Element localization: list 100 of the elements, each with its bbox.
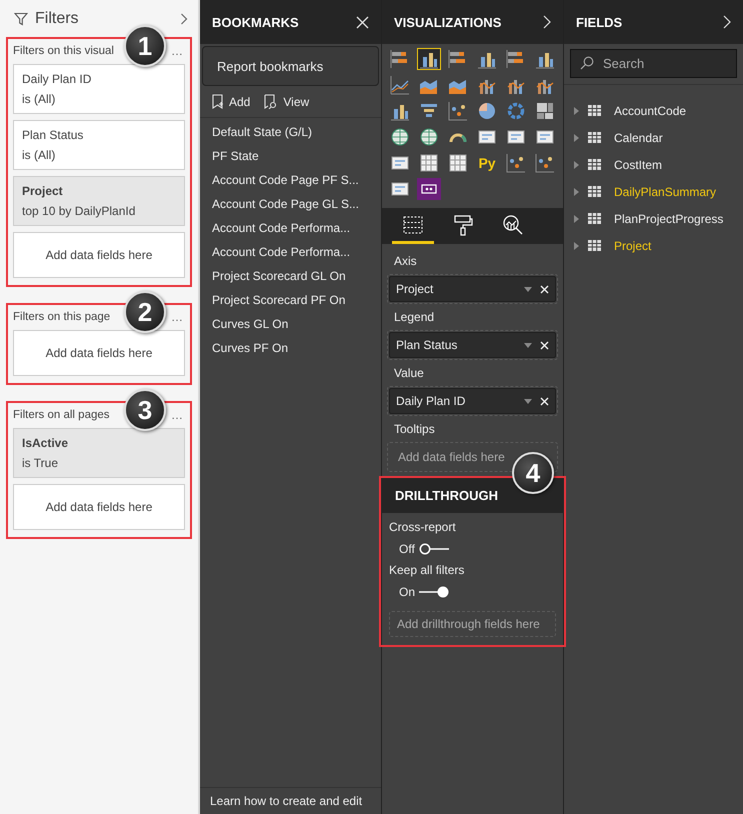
well-label: Legend bbox=[393, 309, 436, 326]
table-icon bbox=[419, 153, 439, 173]
filter-condition: is (All) bbox=[22, 148, 56, 162]
funnel-icon bbox=[14, 12, 28, 26]
treemap-icon bbox=[535, 101, 555, 121]
expand-caret-icon[interactable] bbox=[574, 134, 579, 142]
visual-type-button[interactable]: Py bbox=[475, 152, 499, 174]
drop-zone[interactable]: Add data fields here bbox=[13, 330, 185, 376]
analytics-magnifier-icon bbox=[502, 214, 524, 236]
bookmark-item[interactable]: Account Code Performa... bbox=[200, 216, 381, 240]
field-table-item[interactable]: Calendar bbox=[564, 124, 743, 151]
bookmark-action-button[interactable]: View bbox=[264, 94, 310, 109]
paint-roller-icon bbox=[452, 214, 474, 236]
visual-type-button[interactable] bbox=[417, 48, 441, 70]
table-icon bbox=[588, 240, 601, 251]
visual-type-button[interactable] bbox=[504, 152, 528, 174]
callout-number: 2 bbox=[124, 291, 166, 333]
filter-card[interactable]: Project top 10 by DailyPlanId bbox=[13, 176, 185, 226]
toggle-switch[interactable] bbox=[419, 586, 450, 598]
expand-caret-icon[interactable] bbox=[574, 214, 579, 222]
table-icon bbox=[588, 132, 601, 143]
expand-caret-icon[interactable] bbox=[574, 188, 579, 196]
learn-more-link[interactable]: Learn how to create and edit bbox=[200, 787, 381, 814]
pane-title: BOOKMARKS bbox=[212, 14, 299, 30]
expand-caret-icon[interactable] bbox=[574, 242, 579, 250]
bookmark-item[interactable]: Account Code Page GL S... bbox=[200, 192, 381, 216]
bookmark-item[interactable]: Account Code Page PF S... bbox=[200, 168, 381, 192]
dropdown-caret-icon[interactable] bbox=[524, 342, 532, 348]
filter-card[interactable]: Plan Status is (All) bbox=[13, 120, 185, 170]
filter-card[interactable]: IsActive is True bbox=[13, 428, 185, 478]
more-options-button[interactable]: … bbox=[169, 44, 185, 58]
section-title: Filters on all pages bbox=[13, 409, 110, 421]
filter-card[interactable]: Daily Plan ID is (All) bbox=[13, 64, 185, 114]
field-chip[interactable]: Plan Status bbox=[389, 332, 556, 358]
table-icon bbox=[588, 186, 601, 197]
report-bookmarks-button[interactable]: Report bookmarks bbox=[202, 46, 379, 86]
field-table-item[interactable]: CostItem bbox=[564, 151, 743, 178]
bookmark-item[interactable]: Curves GL On bbox=[200, 312, 381, 336]
bookmark-item[interactable]: Project Scorecard GL On bbox=[200, 264, 381, 288]
globe-icon bbox=[390, 127, 410, 147]
expand-icon[interactable] bbox=[180, 12, 188, 24]
drop-zone[interactable]: Add drillthrough fields here bbox=[389, 611, 556, 637]
line-chart-icon bbox=[390, 75, 410, 95]
bar-chart-icon bbox=[506, 49, 526, 69]
visual-type-button[interactable] bbox=[446, 100, 470, 122]
filter-condition: is True bbox=[22, 456, 60, 470]
filter-field-name: Project bbox=[22, 184, 64, 198]
toggle-state: Off bbox=[399, 542, 415, 556]
drop-zone[interactable]: Add data fields here bbox=[13, 232, 185, 278]
section-title: DRILLTHROUGH bbox=[395, 488, 498, 503]
scatter-chart-icon bbox=[448, 101, 468, 121]
donut-chart-icon bbox=[506, 101, 526, 121]
bookmark-add-icon bbox=[212, 94, 224, 109]
field-table-item[interactable]: PlanProjectProgress bbox=[564, 205, 743, 232]
bookmark-item[interactable]: Default State (G/L) bbox=[200, 120, 381, 144]
filter-field-name: IsActive bbox=[22, 436, 70, 450]
expand-caret-icon[interactable] bbox=[574, 106, 579, 114]
scatter-chart-icon bbox=[506, 153, 526, 173]
field-table-item[interactable]: DailyPlanSummary bbox=[564, 178, 743, 205]
section-title: Filters on this page bbox=[13, 311, 110, 323]
globe-icon bbox=[419, 127, 439, 147]
visual-type-button[interactable] bbox=[533, 152, 557, 174]
table-icon bbox=[588, 213, 601, 224]
table-icon bbox=[588, 105, 601, 116]
dropdown-caret-icon[interactable] bbox=[524, 286, 532, 292]
field-chip[interactable]: Daily Plan ID bbox=[389, 388, 556, 414]
remove-icon[interactable] bbox=[540, 284, 549, 294]
scatter-chart-icon bbox=[535, 153, 555, 173]
filter-field-name: Daily Plan ID bbox=[22, 72, 92, 86]
callout-number: 4 bbox=[512, 452, 554, 494]
close-icon[interactable] bbox=[356, 16, 369, 28]
visual-type-button[interactable] bbox=[388, 74, 412, 96]
well-label: Tooltips bbox=[393, 421, 436, 438]
remove-icon[interactable] bbox=[540, 340, 549, 350]
section-title: Filters on this visual bbox=[13, 45, 114, 57]
toggle-label: Cross-report bbox=[389, 520, 457, 534]
bookmark-item[interactable]: Project Scorecard PF On bbox=[200, 288, 381, 312]
remove-icon[interactable] bbox=[540, 396, 549, 406]
filter-condition: is (All) bbox=[22, 92, 56, 106]
pane-title: FIELDS bbox=[576, 14, 622, 30]
field-table-item[interactable]: Project bbox=[564, 232, 743, 259]
expand-caret-icon[interactable] bbox=[574, 160, 579, 168]
visual-type-button[interactable] bbox=[417, 178, 441, 200]
table-icon bbox=[448, 153, 468, 173]
bookmark-action-button[interactable]: Add bbox=[212, 94, 250, 109]
bookmark-item[interactable]: PF State bbox=[200, 144, 381, 168]
field-table-item[interactable]: AccountCode bbox=[564, 97, 743, 124]
bookmark-item[interactable]: Account Code Performa... bbox=[200, 240, 381, 264]
search-field[interactable]: Search bbox=[570, 49, 737, 78]
field-name: Plan Status bbox=[396, 338, 458, 352]
more-options-button[interactable]: … bbox=[169, 310, 185, 324]
bookmark-item[interactable]: Curves PF On bbox=[200, 336, 381, 360]
drop-zone[interactable]: Add data fields here bbox=[13, 484, 185, 530]
callout-number: 1 bbox=[124, 25, 166, 67]
more-options-button[interactable]: … bbox=[169, 408, 185, 422]
field-name: Project bbox=[396, 282, 434, 296]
bar-chart-icon bbox=[390, 49, 410, 69]
field-chip[interactable]: Project bbox=[389, 276, 556, 302]
dropdown-caret-icon[interactable] bbox=[524, 398, 532, 404]
toggle-switch[interactable] bbox=[418, 543, 449, 555]
